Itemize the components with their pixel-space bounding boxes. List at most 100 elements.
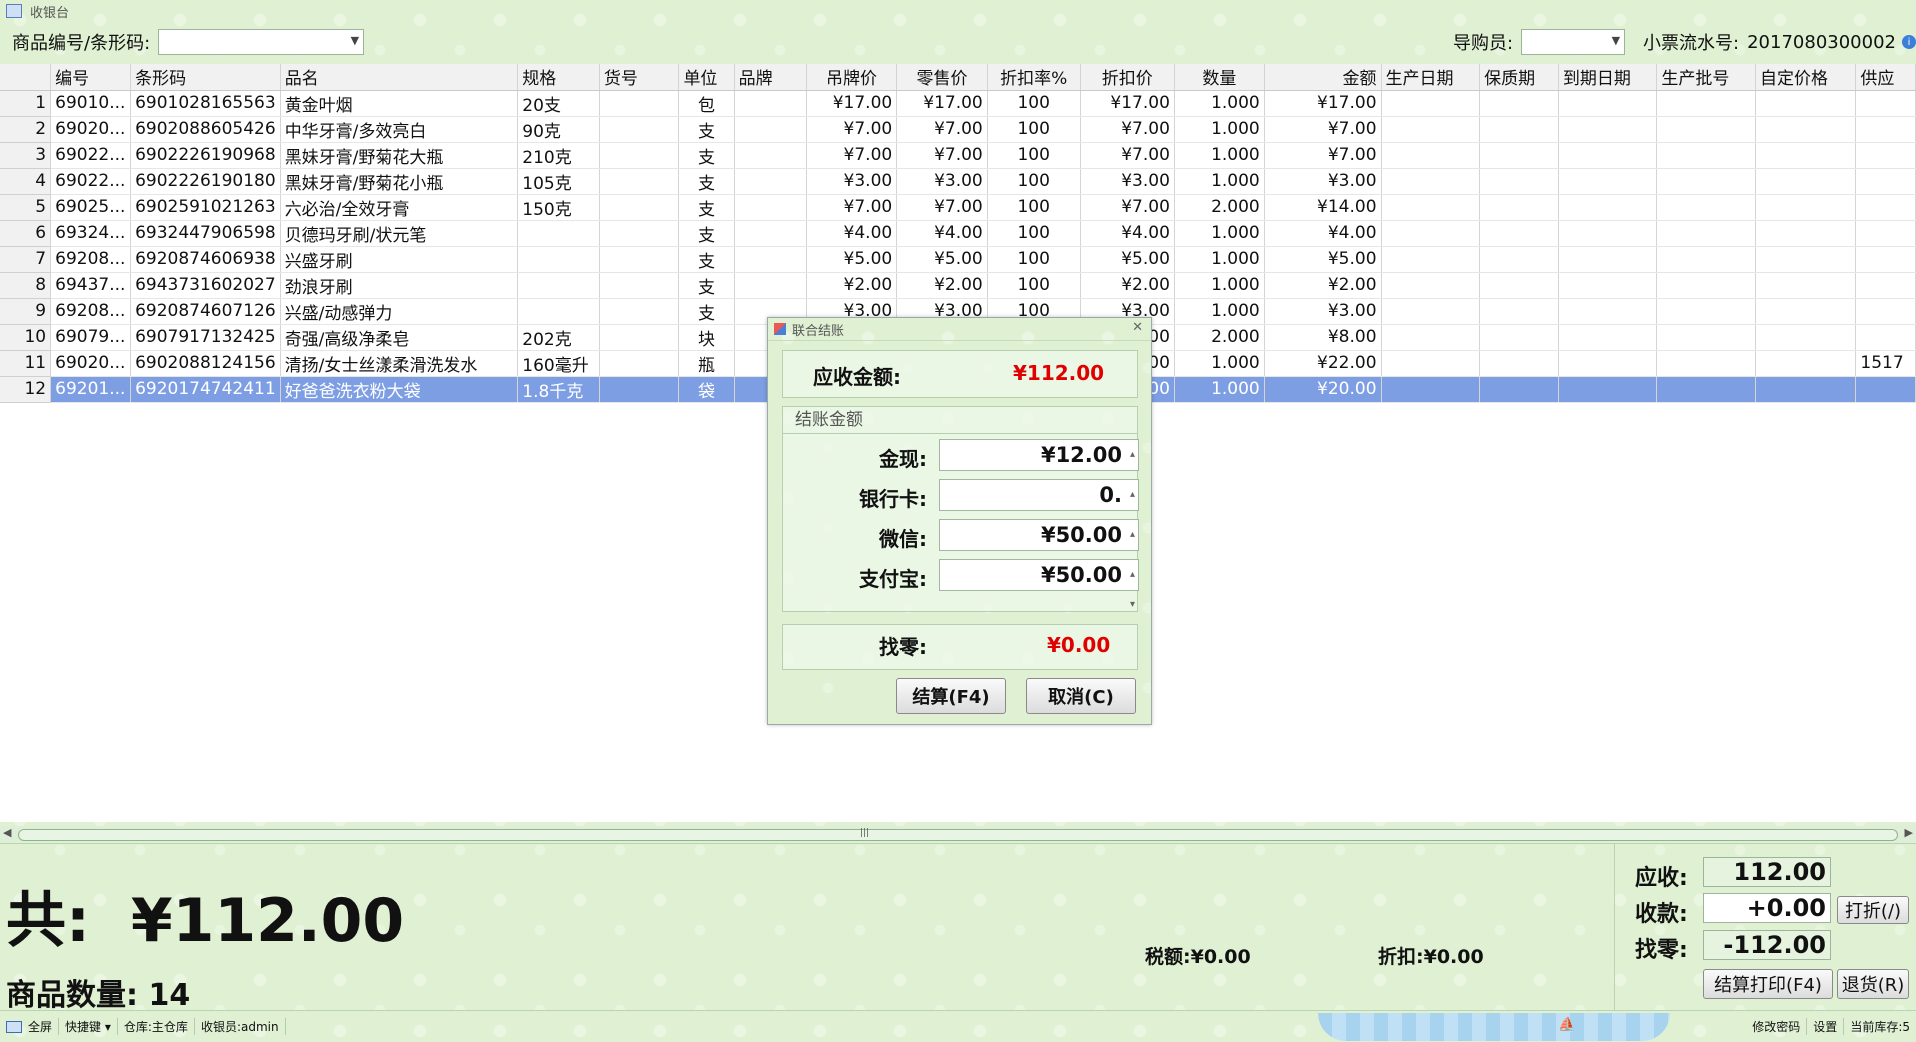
cell-tag-price[interactable]: ¥7.00: [806, 142, 898, 169]
cell-batch-no[interactable]: [1656, 220, 1756, 247]
cell-custom-price[interactable]: [1755, 194, 1857, 221]
cell-expiry-date[interactable]: [1558, 168, 1658, 195]
horizontal-scrollbar[interactable]: ◀ ||| ▶: [0, 826, 1916, 842]
cell-batch-no[interactable]: [1656, 246, 1756, 273]
row-number[interactable]: 3: [0, 142, 52, 169]
alipay-input[interactable]: ¥50.00 ▴ ▾: [939, 559, 1139, 610]
cell-supplier[interactable]: [1855, 324, 1916, 351]
bank-card-input[interactable]: 0.▴▾: [939, 479, 1139, 530]
cell-spec[interactable]: 210克: [517, 142, 600, 169]
row-number[interactable]: 2: [0, 116, 52, 143]
cell-custom-price[interactable]: [1755, 246, 1857, 273]
chevron-down-icon[interactable]: ▼: [351, 34, 359, 47]
cell-custom-price[interactable]: [1755, 142, 1857, 169]
column-header[interactable]: 货号: [599, 64, 680, 91]
column-header[interactable]: 供应: [1855, 64, 1916, 91]
cell-expiry-date[interactable]: [1558, 220, 1658, 247]
settings-link[interactable]: 设置: [1807, 1018, 1845, 1035]
cell-discount-price[interactable]: ¥2.00: [1080, 272, 1175, 299]
cell-amount[interactable]: ¥2.00: [1264, 272, 1382, 299]
row-number[interactable]: 4: [0, 168, 52, 195]
cell-name[interactable]: 奇强/高级净柔皂: [280, 324, 519, 351]
cell-retail-price[interactable]: ¥7.00: [896, 194, 988, 221]
cell-quantity[interactable]: 1.000: [1174, 298, 1265, 325]
cell-supplier[interactable]: [1855, 298, 1916, 325]
cell-discount-rate[interactable]: 100: [987, 90, 1081, 117]
cell-unit[interactable]: 支: [678, 246, 735, 273]
cell-production-date[interactable]: [1381, 298, 1481, 325]
column-header[interactable]: 折扣率%: [987, 64, 1081, 91]
cell-unit[interactable]: 支: [678, 298, 735, 325]
cell-name[interactable]: 兴盛牙刷: [280, 246, 519, 273]
cell-item-no[interactable]: [599, 298, 680, 325]
column-header[interactable]: 零售价: [896, 64, 988, 91]
cell-code[interactable]: 69022...: [50, 168, 132, 195]
cell-quantity[interactable]: 1.000: [1174, 116, 1265, 143]
cell-production-date[interactable]: [1381, 142, 1481, 169]
cell-item-no[interactable]: [599, 324, 680, 351]
cell-custom-price[interactable]: [1755, 324, 1857, 351]
row-number[interactable]: 6: [0, 220, 52, 247]
cell-spec[interactable]: [517, 220, 600, 247]
cell-code[interactable]: 69208...: [50, 246, 132, 273]
cell-expiry-date[interactable]: [1558, 90, 1658, 117]
cell-tag-price[interactable]: ¥7.00: [806, 194, 898, 221]
cell-discount-price[interactable]: ¥3.00: [1080, 168, 1175, 195]
cell-supplier[interactable]: [1855, 168, 1916, 195]
cell-barcode[interactable]: 6902226190180: [130, 168, 281, 195]
column-header[interactable]: 单位: [678, 64, 735, 91]
cell-barcode[interactable]: 6901028165563: [130, 90, 281, 117]
cell-spec[interactable]: [517, 272, 600, 299]
cell-supplier[interactable]: [1855, 116, 1916, 143]
cell-spec[interactable]: 150克: [517, 194, 600, 221]
cell-quantity[interactable]: 1.000: [1174, 376, 1265, 403]
scroll-right-icon[interactable]: ▶: [1905, 826, 1913, 839]
close-icon[interactable]: ✕: [1132, 320, 1143, 335]
cell-name[interactable]: 黑妹牙膏/野菊花小瓶: [280, 168, 519, 195]
cell-barcode[interactable]: 6943731602027: [130, 272, 281, 299]
table-row[interactable]: 7 69208... 6920874606938 兴盛牙刷支 ¥5.00 ¥5.00 100…: [0, 246, 1916, 273]
cell-production-date[interactable]: [1381, 376, 1481, 403]
scrollbar-thumb[interactable]: [18, 829, 1898, 841]
received-input[interactable]: +0.00: [1703, 893, 1831, 923]
cell-quantity[interactable]: 1.000: [1174, 220, 1265, 247]
cell-shelf-life[interactable]: [1479, 90, 1559, 117]
wechat-input[interactable]: ¥50.00▴▾: [939, 519, 1139, 570]
cell-batch-no[interactable]: [1656, 298, 1756, 325]
cell-amount[interactable]: ¥5.00: [1264, 246, 1382, 273]
column-header[interactable]: 数量: [1174, 64, 1265, 91]
column-header[interactable]: 规格: [517, 64, 600, 91]
cell-spec[interactable]: 1.8千克: [517, 376, 600, 403]
product-code-combobox[interactable]: ▼: [158, 29, 365, 55]
cell-brand[interactable]: [734, 168, 807, 195]
cell-quantity[interactable]: 2.000: [1174, 324, 1265, 351]
cell-amount[interactable]: ¥14.00: [1264, 194, 1382, 221]
cell-code[interactable]: 69020...: [50, 350, 132, 377]
cell-quantity[interactable]: 1.000: [1174, 168, 1265, 195]
cell-discount-rate[interactable]: 100: [987, 116, 1081, 143]
cell-name[interactable]: 黄金叶烟: [280, 90, 519, 117]
cell-supplier[interactable]: [1855, 194, 1916, 221]
scroll-left-icon[interactable]: ◀: [3, 826, 11, 839]
table-row[interactable]: 4 69022... 6902226190180 黑妹牙膏/野菊花小瓶 105克 支 ¥3.…: [0, 168, 1916, 195]
cell-discount-price[interactable]: ¥17.00: [1080, 90, 1175, 117]
column-header[interactable]: 折扣价: [1080, 64, 1175, 91]
cell-production-date[interactable]: [1381, 350, 1481, 377]
cell-discount-price[interactable]: ¥7.00: [1080, 194, 1175, 221]
cell-tag-price[interactable]: ¥7.00: [806, 116, 898, 143]
cell-tag-price[interactable]: ¥4.00: [806, 220, 898, 247]
cell-discount-rate[interactable]: 100: [987, 272, 1081, 299]
discount-button[interactable]: 打折(/): [1837, 896, 1909, 924]
cell-amount[interactable]: ¥20.00: [1264, 376, 1382, 403]
cell-custom-price[interactable]: [1755, 272, 1857, 299]
cell-brand[interactable]: [734, 272, 807, 299]
column-header[interactable]: 到期日期: [1558, 64, 1658, 91]
cell-shelf-life[interactable]: [1479, 376, 1559, 403]
cell-expiry-date[interactable]: [1558, 376, 1658, 403]
cell-unit[interactable]: 袋: [678, 376, 735, 403]
cell-item-no[interactable]: [599, 350, 680, 377]
cell-code[interactable]: 69079...: [50, 324, 132, 351]
cell-expiry-date[interactable]: [1558, 324, 1658, 351]
cell-item-no[interactable]: [599, 376, 680, 403]
cell-expiry-date[interactable]: [1558, 246, 1658, 273]
